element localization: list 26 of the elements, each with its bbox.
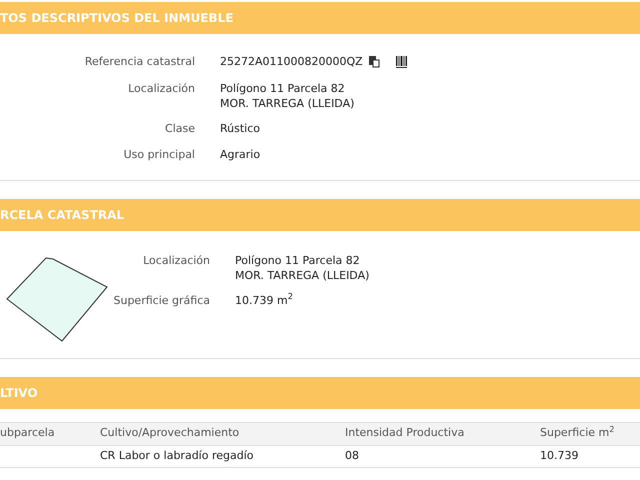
table-cell-text: 08: [345, 448, 360, 464]
field-value: MOR. TARREGA (LLEIDA): [235, 268, 370, 282]
field-label: Localización: [142, 252, 211, 268]
column-header: Cultivo/Aprovechamiento: [100, 425, 240, 442]
copy-icon[interactable]: [368, 56, 380, 68]
column-header: Intensidad Productiva: [345, 425, 466, 442]
field-value: Rústico: [220, 120, 260, 136]
field-value: Polígono 11 Parcela 82: [220, 80, 345, 96]
field-label: Clase: [164, 120, 196, 136]
field-value: 10.739 m$^{2}$: [235, 292, 293, 308]
field-label: Uso principal: [122, 147, 196, 163]
section-title: RCELA CATASTRAL: [0, 206, 124, 224]
section-title: TOS DESCRIPTIVOS DEL INMUEBLE: [0, 10, 234, 27]
field-value: MOR. TARREGA (LLEIDA): [220, 96, 354, 110]
section-title: LTIVO: [0, 384, 38, 402]
field-label: Localización: [127, 80, 196, 96]
column-header: ubparcela: [0, 425, 56, 442]
table-cell-text: 10.739: [540, 448, 580, 464]
field-label: Referencia catastral: [84, 54, 196, 70]
table-cell-text: CR Labor o labradío regadío: [100, 448, 254, 464]
field-value: 25272A011000820000QZ: [220, 54, 363, 69]
column-header: Superficie m$^{2}$: [540, 425, 616, 442]
barcode-icon[interactable]: [396, 56, 407, 68]
field-value: Agrario: [220, 147, 260, 162]
field-value: Polígono 11 Parcela 82: [235, 252, 360, 268]
field-label: Superficie gráfica: [112, 292, 211, 308]
